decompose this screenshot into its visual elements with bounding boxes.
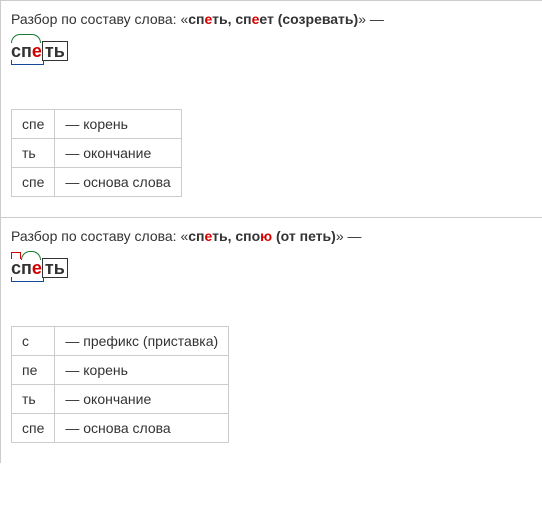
morpheme-key: с bbox=[12, 327, 55, 356]
table-row: спе — основа слова bbox=[12, 168, 182, 197]
root-stress: е bbox=[32, 258, 42, 278]
root-arc-marker bbox=[21, 251, 41, 260]
prefix-morpheme: с bbox=[11, 258, 21, 278]
ending-morpheme: ть bbox=[42, 258, 68, 278]
heading-word-part: сп bbox=[188, 11, 204, 27]
stem-underline-marker bbox=[11, 277, 44, 282]
morpheme-display: спеть bbox=[11, 258, 68, 278]
morpheme-stack: спеть bbox=[11, 258, 68, 278]
heading-text: Разбор по составу слова: « bbox=[11, 11, 188, 27]
heading-word-part: ть, сп bbox=[212, 11, 251, 27]
table-row: спе — корень bbox=[12, 110, 182, 139]
heading-stress: ю bbox=[260, 228, 272, 244]
morpheme-key: спе bbox=[12, 110, 55, 139]
root-morpheme: спе bbox=[11, 41, 42, 61]
morpheme-display: спеть bbox=[11, 41, 68, 61]
analysis-heading: Разбор по составу слова: «спеть, спою (о… bbox=[11, 228, 532, 244]
heading-text: Разбор по составу слова: « bbox=[11, 228, 188, 244]
table-row: ть — окончание bbox=[12, 139, 182, 168]
morpheme-key: спе bbox=[12, 414, 55, 443]
morpheme-table: с — префикс (приставка) пе — корень ть —… bbox=[11, 326, 229, 443]
root-arc-marker bbox=[11, 34, 41, 43]
root-morpheme: пе bbox=[21, 258, 42, 278]
table-row: пе — корень bbox=[12, 356, 229, 385]
heading-word-part: ет (созревать) bbox=[259, 11, 358, 27]
heading-text: » — bbox=[358, 11, 384, 27]
prefix-bracket-marker bbox=[11, 252, 21, 259]
morpheme-stack: спеть bbox=[11, 41, 68, 61]
morpheme-desc: — префикс (приставка) bbox=[55, 327, 229, 356]
heading-word-part: сп bbox=[188, 228, 204, 244]
morpheme-table: спе — корень ть — окончание спе — основа… bbox=[11, 109, 182, 197]
heading-stress: е bbox=[205, 11, 213, 27]
morpheme-desc: — окончание bbox=[55, 385, 229, 414]
table-row: спе — основа слова bbox=[12, 414, 229, 443]
heading-stress: е bbox=[205, 228, 213, 244]
morpheme-desc: — корень bbox=[55, 110, 181, 139]
morpheme-desc: — окончание bbox=[55, 139, 181, 168]
morpheme-key: ть bbox=[12, 385, 55, 414]
analysis-section: Разбор по составу слова: «спеть, спою (о… bbox=[0, 217, 542, 463]
morpheme-key: ть bbox=[12, 139, 55, 168]
analysis-section: Разбор по составу слова: «спеть, спеет (… bbox=[0, 0, 542, 217]
heading-word-part: ть, спо bbox=[212, 228, 260, 244]
morpheme-key: спе bbox=[12, 168, 55, 197]
morpheme-desc: — корень bbox=[55, 356, 229, 385]
ending-morpheme: ть bbox=[42, 41, 68, 61]
stem-underline-marker bbox=[11, 60, 44, 65]
heading-text: » — bbox=[336, 228, 362, 244]
morpheme-desc: — основа слова bbox=[55, 414, 229, 443]
root-text: п bbox=[21, 258, 32, 278]
morpheme-key: пе bbox=[12, 356, 55, 385]
root-text: сп bbox=[11, 41, 32, 61]
heading-word-part: (от петь) bbox=[272, 228, 336, 244]
table-row: с — префикс (приставка) bbox=[12, 327, 229, 356]
root-stress: е bbox=[32, 41, 42, 61]
table-row: ть — окончание bbox=[12, 385, 229, 414]
analysis-heading: Разбор по составу слова: «спеть, спеет (… bbox=[11, 11, 532, 27]
morpheme-desc: — основа слова bbox=[55, 168, 181, 197]
